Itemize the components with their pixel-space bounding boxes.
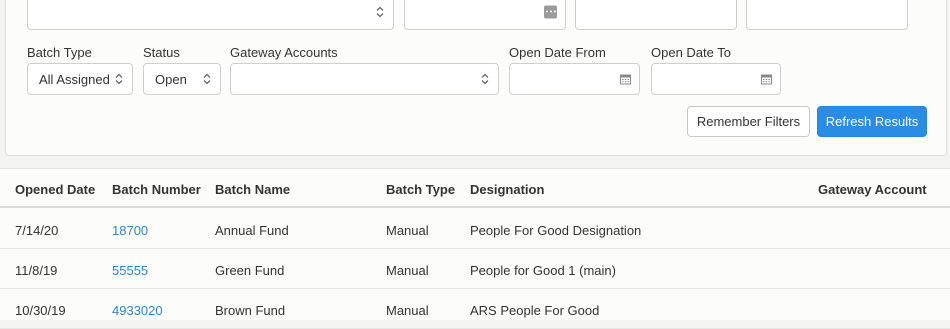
- calendar-icon[interactable]: [761, 74, 772, 85]
- col-batch-name[interactable]: Batch Name: [215, 182, 290, 197]
- table-row[interactable]: 7/14/20 18700 Annual Fund Manual People …: [0, 209, 950, 249]
- batch-number-link[interactable]: 55555: [112, 263, 148, 278]
- col-batch-number[interactable]: Batch Number: [112, 182, 201, 197]
- batch-type-cell: Manual: [386, 303, 429, 318]
- top-input-with-button[interactable]: [404, 0, 566, 30]
- refresh-results-button[interactable]: Refresh Results: [817, 106, 927, 137]
- calendar-icon[interactable]: [620, 74, 631, 85]
- gateway-accounts-label: Gateway Accounts: [230, 45, 338, 60]
- col-opened-date[interactable]: Opened Date: [15, 182, 95, 197]
- batch-type-cell: Manual: [386, 223, 429, 238]
- table-header: Opened Date Batch Number Batch Name Batc…: [0, 169, 950, 208]
- batch-type-value: All Assigned: [39, 71, 110, 87]
- remember-filters-button[interactable]: Remember Filters: [687, 106, 810, 137]
- select-caret-icon: [203, 73, 211, 85]
- status-value: Open: [155, 71, 187, 87]
- batch-type-label: Batch Type: [27, 45, 92, 60]
- gateway-accounts-select[interactable]: [230, 63, 499, 95]
- designation-cell: People For Good Designation: [470, 223, 642, 238]
- col-gateway-account[interactable]: Gateway Account: [818, 182, 927, 197]
- select-caret-icon: [481, 73, 489, 85]
- select-caret-icon: [115, 73, 123, 85]
- table-row[interactable]: 10/30/19 4933020 Brown Fund Manual ARS P…: [0, 289, 950, 329]
- batch-type-cell: Manual: [386, 263, 429, 278]
- batch-type-select[interactable]: All Assigned: [27, 63, 133, 95]
- batch-number-link[interactable]: 4933020: [112, 303, 163, 318]
- top-select[interactable]: [27, 0, 394, 30]
- batch-name-cell: Green Fund: [215, 263, 285, 278]
- col-designation[interactable]: Designation: [470, 182, 544, 197]
- col-batch-type[interactable]: Batch Type: [386, 182, 455, 197]
- opened-date-cell: 7/14/20: [15, 223, 59, 238]
- select-caret-icon: [376, 6, 384, 17]
- ellipsis-icon[interactable]: [544, 5, 557, 18]
- batch-number-link[interactable]: 18700: [112, 223, 148, 238]
- open-date-to-label: Open Date To: [651, 45, 731, 60]
- filter-panel: Batch Type Status Gateway Accounts Open …: [5, 0, 947, 156]
- status-label: Status: [143, 45, 180, 60]
- table-row[interactable]: 11/8/19 55555 Green Fund Manual People f…: [0, 249, 950, 289]
- batches-table: Opened Date Batch Number Batch Name Batc…: [0, 168, 950, 329]
- open-date-to-input[interactable]: [651, 63, 781, 95]
- opened-date-cell: 10/30/19: [15, 303, 66, 318]
- batch-name-cell: Annual Fund: [215, 223, 289, 238]
- open-date-from-input[interactable]: [509, 63, 640, 95]
- open-date-from-label: Open Date From: [509, 45, 606, 60]
- designation-cell: ARS People For Good: [470, 303, 600, 318]
- designation-cell: People for Good 1 (main): [470, 263, 616, 278]
- batch-name-cell: Brown Fund: [215, 303, 286, 318]
- top-input-3[interactable]: [746, 0, 908, 30]
- status-select[interactable]: Open: [143, 63, 221, 95]
- top-input-2[interactable]: [575, 0, 737, 30]
- opened-date-cell: 11/8/19: [15, 263, 58, 278]
